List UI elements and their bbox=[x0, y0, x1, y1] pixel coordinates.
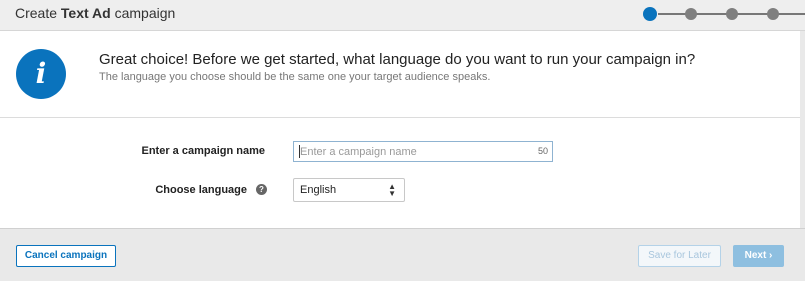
progress-stepper bbox=[640, 0, 805, 28]
header-bar: Create Text Ad campaign bbox=[0, 0, 805, 31]
campaign-name-label: Enter a campaign name bbox=[141, 145, 266, 157]
create-campaign-page: Create Text Ad campaign i Great choice! … bbox=[0, 0, 805, 281]
char-count: 50 bbox=[537, 146, 548, 156]
step-4-dot bbox=[767, 8, 779, 20]
step-3-dot bbox=[726, 8, 738, 20]
select-arrows-icon: ▲ ▼ bbox=[388, 182, 396, 198]
help-icon[interactable]: ? bbox=[256, 184, 267, 195]
language-label: Choose language bbox=[155, 184, 247, 196]
cancel-campaign-button[interactable]: Cancel campaign bbox=[16, 245, 116, 267]
next-button[interactable]: Next › bbox=[733, 245, 784, 267]
title-suffix: campaign bbox=[110, 5, 176, 21]
language-select-value: English bbox=[300, 184, 337, 196]
right-edge-strip bbox=[800, 31, 805, 228]
campaign-name-field[interactable]: 50 bbox=[293, 141, 553, 162]
language-select[interactable]: English ▲ ▼ bbox=[293, 178, 405, 202]
step-2-dot bbox=[685, 8, 697, 20]
title-prefix: Create bbox=[15, 5, 61, 21]
save-for-later-button[interactable]: Save for Later bbox=[638, 245, 721, 267]
title-ad-type: Text Ad bbox=[60, 5, 111, 21]
info-heading: Great choice! Before we get started, wha… bbox=[99, 51, 696, 68]
step-1-dot bbox=[643, 7, 657, 21]
campaign-form: Enter a campaign name 50 Choose language… bbox=[0, 118, 805, 229]
text-caret bbox=[299, 145, 300, 158]
info-panel: i Great choice! Before we get started, w… bbox=[0, 31, 805, 118]
page-title: Create Text Ad campaign bbox=[15, 5, 175, 21]
campaign-name-input[interactable] bbox=[294, 142, 530, 161]
info-icon: i bbox=[16, 49, 66, 99]
info-subtext: The language you choose should be the sa… bbox=[99, 71, 491, 83]
footer-bar: Cancel campaign Save for Later Next › bbox=[0, 229, 805, 281]
